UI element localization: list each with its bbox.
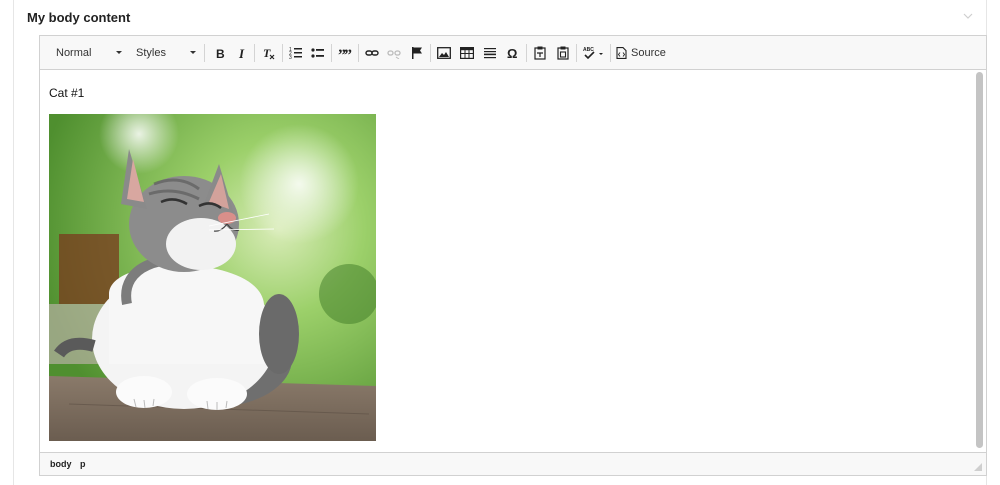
image-button[interactable] (434, 43, 454, 63)
element-path-bar: body p (40, 452, 986, 475)
toolbar-separator (610, 44, 611, 62)
link-button[interactable] (362, 43, 382, 63)
toolbar-separator (254, 44, 255, 62)
paste-word-icon (557, 46, 569, 60)
unlink-button[interactable] (384, 43, 404, 63)
toolbar-separator (430, 44, 431, 62)
toolbar-separator (282, 44, 283, 62)
toolbar-separator (331, 44, 332, 62)
blockquote-icon: ”” (338, 47, 352, 59)
source-label: Source (631, 47, 666, 59)
paste-text-button[interactable] (530, 43, 550, 63)
paste-word-button[interactable] (553, 43, 573, 63)
horizontal-rule-button[interactable] (480, 43, 500, 63)
format-combo-label: Normal (56, 47, 92, 59)
field-label: My body content (27, 10, 131, 25)
path-element-body[interactable]: body (50, 459, 72, 469)
format-combo[interactable]: Normal (48, 43, 126, 63)
bulleted-list-button[interactable] (308, 43, 328, 63)
vertical-scrollbar[interactable] (976, 72, 983, 448)
svg-text:I: I (238, 47, 245, 59)
chevron-down-icon (116, 51, 122, 54)
chevron-down-icon (190, 51, 196, 54)
rich-text-editor: Normal Styles B I T 123 ” ” Ω ABC Source… (39, 35, 987, 476)
editor-content-area[interactable]: Cat #1 (40, 70, 986, 453)
svg-text:3: 3 (289, 55, 292, 60)
field-panel: My body content Normal Styles B I T 1 2 … (13, 0, 987, 485)
spellcheck-button[interactable]: ABC (581, 43, 607, 63)
svg-text:Ω: Ω (507, 46, 517, 60)
blockquote-button[interactable]: ”” (335, 43, 355, 63)
cat-photo[interactable] (49, 114, 376, 441)
resize-handle-icon[interactable] (974, 463, 982, 471)
numbered-list-button[interactable]: 123 (286, 43, 306, 63)
anchor-icon (412, 47, 422, 59)
svg-text:T: T (263, 46, 271, 60)
special-char-button[interactable]: Ω (503, 43, 523, 63)
toolbar-separator (576, 44, 577, 62)
content-paragraph[interactable]: Cat #1 (49, 86, 84, 100)
chevron-down-icon[interactable] (962, 12, 974, 22)
special-char-icon: Ω (507, 46, 517, 60)
paste-text-icon (534, 46, 546, 60)
svg-text:”: ” (344, 47, 352, 59)
table-button[interactable] (457, 43, 477, 63)
link-icon (365, 50, 379, 56)
image-icon (437, 47, 451, 59)
source-button[interactable]: Source (616, 43, 666, 63)
bulleted-list-icon (311, 48, 324, 58)
toolbar-separator (204, 44, 205, 62)
unlink-icon (387, 50, 401, 59)
path-element-p[interactable]: p (80, 459, 86, 469)
remove-format-icon: T (263, 46, 275, 60)
horizontal-rule-icon (484, 48, 496, 59)
toolbar-separator (526, 44, 527, 62)
spellcheck-icon: ABC (583, 47, 603, 60)
toolbar-separator (358, 44, 359, 62)
svg-text:B: B (216, 47, 225, 59)
editor-toolbar: Normal Styles B I T 123 ” ” Ω ABC Source (40, 36, 986, 70)
remove-format-button[interactable]: T (259, 43, 279, 63)
anchor-button[interactable] (407, 43, 427, 63)
bold-button[interactable]: B (210, 43, 230, 63)
styles-combo-label: Styles (136, 47, 166, 59)
italic-button[interactable]: I (232, 43, 252, 63)
table-icon (460, 47, 474, 59)
source-icon (616, 47, 627, 59)
italic-icon: I (238, 47, 245, 59)
bold-icon: B (216, 47, 225, 59)
svg-text:ABC: ABC (583, 47, 594, 53)
styles-combo[interactable]: Styles (128, 43, 200, 63)
numbered-list-icon: 123 (289, 47, 302, 60)
